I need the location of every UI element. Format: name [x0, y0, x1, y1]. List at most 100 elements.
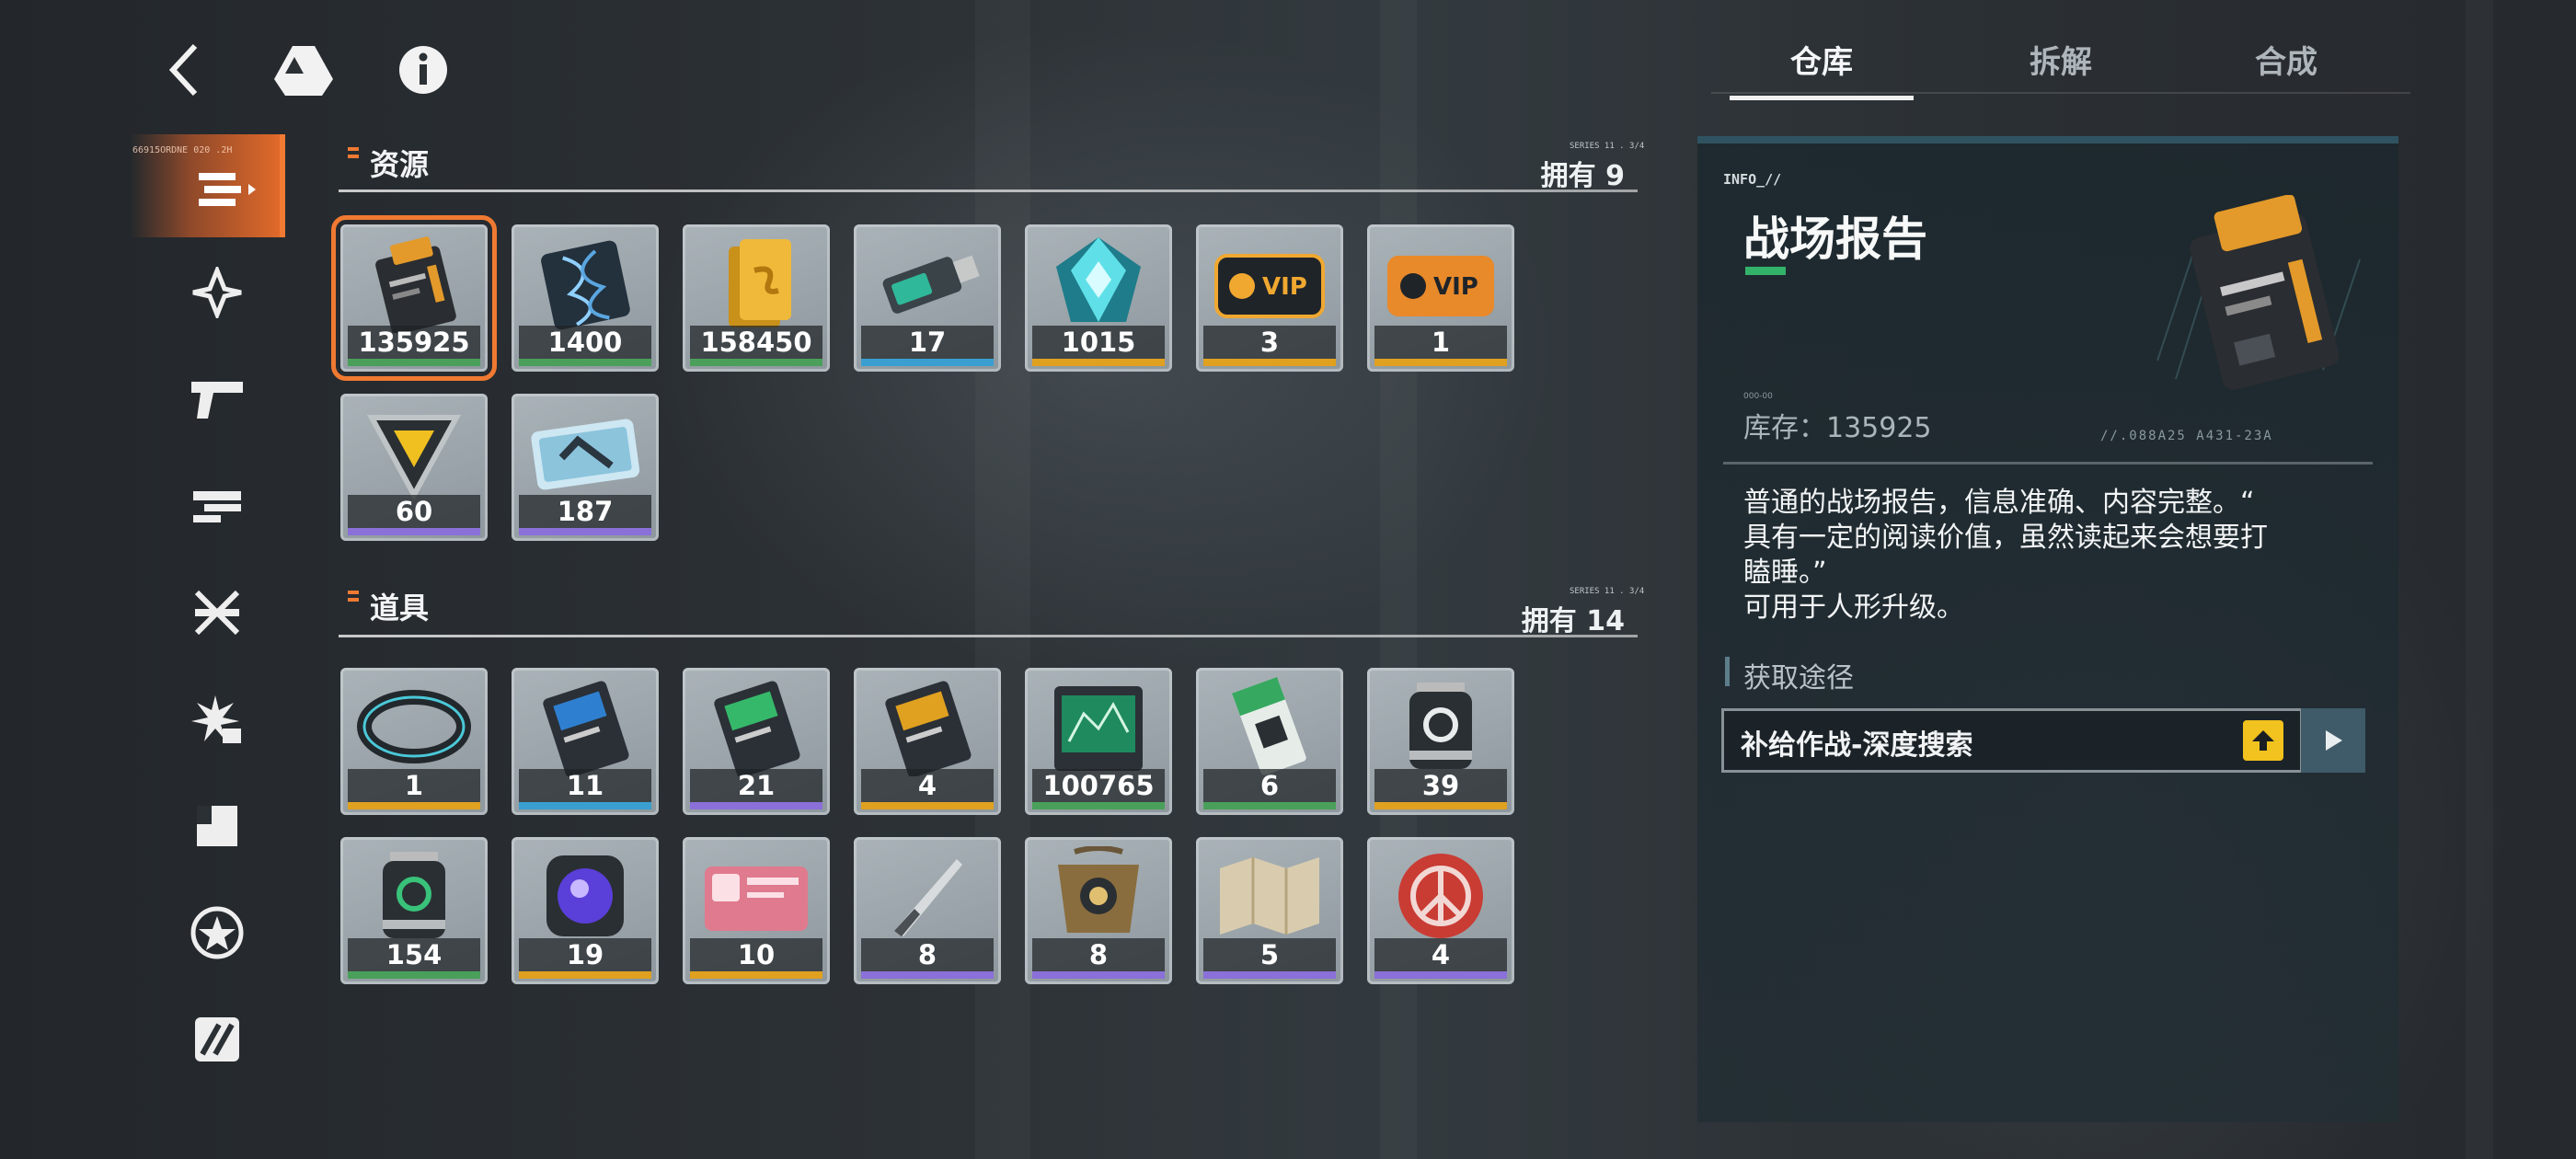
item-card[interactable]: 5	[1196, 837, 1343, 984]
item-quantity: 17	[861, 326, 994, 359]
tab-warehouse[interactable]: 仓库	[1711, 37, 1932, 100]
item-card[interactable]: 187	[512, 394, 659, 541]
item-card[interactable]: 4	[854, 668, 1001, 815]
item-detail-panel: INFO_// 战场报告 000-00 库存：135925 //.088A25 …	[1697, 136, 2398, 1122]
name-accent	[1745, 267, 1786, 275]
item-card[interactable]: 17	[854, 224, 1001, 372]
play-icon	[2326, 730, 2342, 751]
tab-bar: 仓库 拆解 合成	[1711, 28, 2410, 100]
item-card[interactable]: 19	[512, 837, 659, 984]
bag-icon	[1058, 846, 1139, 933]
slash-card-icon	[195, 1017, 239, 1061]
sidebar-item-slash-card[interactable]	[180, 1003, 254, 1076]
item-quantity: 4	[861, 769, 994, 802]
item-card[interactable]: 1400	[512, 224, 659, 372]
rarity-bar	[690, 802, 822, 809]
item-card[interactable]: 154	[340, 837, 488, 984]
core-orb-icon	[546, 855, 624, 936]
item-name: 战场报告	[1743, 212, 1927, 266]
item-quantity: 1	[1374, 326, 1507, 359]
resources-icon	[199, 173, 256, 206]
tab-synthesize[interactable]: 合成	[2176, 37, 2397, 82]
item-card[interactable]: 21	[683, 668, 830, 815]
rarity-bar	[348, 802, 480, 809]
item-card[interactable]: VIP 1	[1367, 224, 1514, 372]
svg-text:VIP: VIP	[1433, 273, 1478, 301]
description-line: 具有一定的阅读价值，虽然读起来会想要打	[1743, 522, 2268, 554]
item-card[interactable]: 135925	[331, 215, 497, 381]
props-title: 道具	[347, 585, 429, 627]
sidebar-item-scissors[interactable]	[180, 576, 254, 649]
item-quantity: 10	[690, 938, 822, 971]
info-button[interactable]	[386, 33, 460, 107]
item-card[interactable]: 6	[1196, 668, 1343, 815]
rarity-bar	[861, 359, 994, 366]
item-card[interactable]: 1015	[1025, 224, 1172, 372]
item-card[interactable]: 39	[1367, 668, 1514, 815]
vip-card-orange-icon: VIP	[1387, 256, 1494, 316]
sidebar-item-pistol[interactable]	[180, 362, 254, 436]
rarity-bar	[348, 359, 480, 366]
sidebar-item-blade[interactable]	[180, 256, 254, 329]
rarity-bar	[1374, 971, 1507, 979]
item-card[interactable]: 4	[1367, 837, 1514, 984]
item-quantity: 4	[1374, 938, 1507, 971]
sidebar-item-box[interactable]	[180, 789, 254, 863]
rarity-bar	[519, 359, 651, 366]
rarity-bar	[1203, 359, 1336, 366]
item-card[interactable]: 1	[340, 668, 488, 815]
up-arrow-icon	[2243, 720, 2283, 761]
item-card[interactable]: 60	[340, 394, 488, 541]
blue-card-icon	[543, 681, 629, 776]
item-card[interactable]: 158450	[683, 224, 830, 372]
go-button[interactable]	[2301, 708, 2365, 773]
item-card[interactable]: 100765	[1025, 668, 1172, 815]
item-quantity: 1	[348, 769, 480, 802]
props-owned: 拥有 14	[1521, 605, 1625, 637]
item-card[interactable]: 8	[1025, 837, 1172, 984]
back-button[interactable]	[147, 33, 221, 107]
item-quantity: 100765	[1032, 769, 1165, 802]
tab-dismantle[interactable]: 拆解	[1950, 37, 2171, 82]
sidebar-item-star-badge[interactable]	[180, 896, 254, 970]
drive-button[interactable]	[267, 33, 340, 107]
rarity-bar	[1203, 971, 1336, 979]
gold-card-icon	[885, 681, 972, 776]
item-quantity: 8	[861, 938, 994, 971]
plant-lock-icon	[191, 695, 241, 743]
props-divider	[339, 635, 1638, 637]
rarity-bar	[348, 971, 480, 979]
blade-icon	[192, 267, 242, 318]
item-quantity: 3	[1203, 326, 1336, 359]
usb-key-icon	[882, 255, 980, 314]
rarity-bar	[1203, 802, 1336, 809]
item-card[interactable]: 10	[683, 837, 830, 984]
rarity-bar	[861, 802, 994, 809]
sidebar-item-rifle[interactable]	[180, 469, 254, 543]
rarity-bar	[348, 528, 480, 535]
art-code: //.088A25 A431-23A	[2100, 429, 2273, 443]
source-button[interactable]: 补给作战-深度搜索	[1721, 708, 2303, 773]
description-line: 可用于人形升级。	[1743, 591, 1964, 624]
resources-title: 资源	[347, 142, 429, 184]
bracelet-icon	[357, 690, 471, 763]
svg-text:VIP: VIP	[1262, 273, 1307, 301]
stock-count: 库存：135925	[1743, 412, 1932, 444]
stock-code: 000-00	[1743, 392, 1773, 401]
knife-icon	[894, 859, 962, 936]
item-card[interactable]: 8	[854, 837, 1001, 984]
sidebar-item-plant-lock[interactable]	[180, 683, 254, 756]
item-quantity: 135925	[348, 326, 480, 359]
sidebar-item-resources[interactable]: 66915ORDNE 020 .2H	[131, 134, 285, 237]
item-card[interactable]: 11	[512, 668, 659, 815]
item-quantity: 60	[348, 495, 480, 528]
triangle-chip-icon	[366, 415, 462, 501]
item-quantity: 19	[519, 938, 651, 971]
item-quantity: 154	[348, 938, 480, 971]
battle-report-icon	[2156, 195, 2361, 390]
rarity-bar	[1032, 802, 1165, 809]
resources-owned: 拥有 9	[1540, 160, 1625, 192]
item-quantity: 6	[1203, 769, 1336, 802]
rarity-bar	[519, 971, 651, 979]
item-card[interactable]: VIP 3	[1196, 224, 1343, 372]
